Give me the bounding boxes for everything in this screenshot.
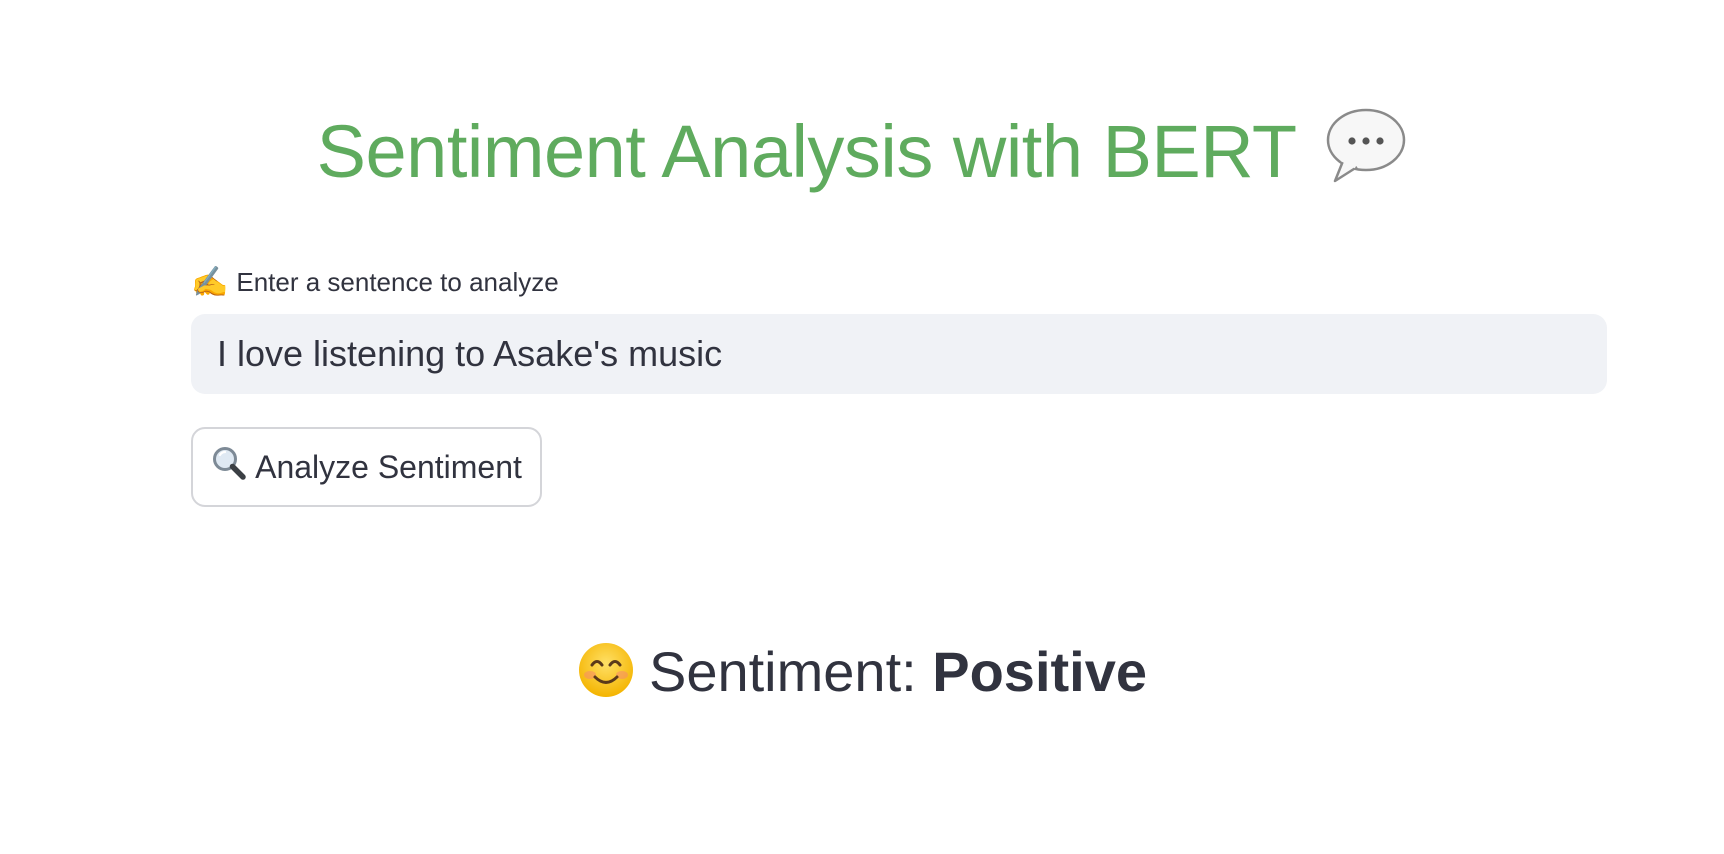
page-title-text: Sentiment Analysis with BERT: [316, 110, 1296, 193]
magnifying-glass-icon: [211, 445, 247, 489]
sentence-input[interactable]: [191, 314, 1607, 394]
analyze-sentiment-button[interactable]: Analyze Sentiment: [191, 427, 542, 507]
input-label-text: Enter a sentence to analyze: [236, 266, 559, 297]
speech-balloon-icon: [1325, 107, 1407, 206]
page-title: Sentiment Analysis with BERT: [0, 104, 1724, 206]
input-label: ✍️ Enter a sentence to analyze: [191, 262, 559, 302]
writing-hand-icon: ✍️: [191, 265, 229, 299]
app-page: Sentiment Analysis with BERT ✍️ Enter a …: [0, 0, 1724, 854]
sentiment-value: Positive: [932, 640, 1148, 703]
sentiment-result: Sentiment: Positive: [0, 636, 1724, 716]
sentiment-prefix: Sentiment:: [648, 640, 917, 703]
analyze-sentiment-label: Analyze Sentiment: [255, 448, 522, 485]
smiling-face-icon: [577, 641, 635, 716]
